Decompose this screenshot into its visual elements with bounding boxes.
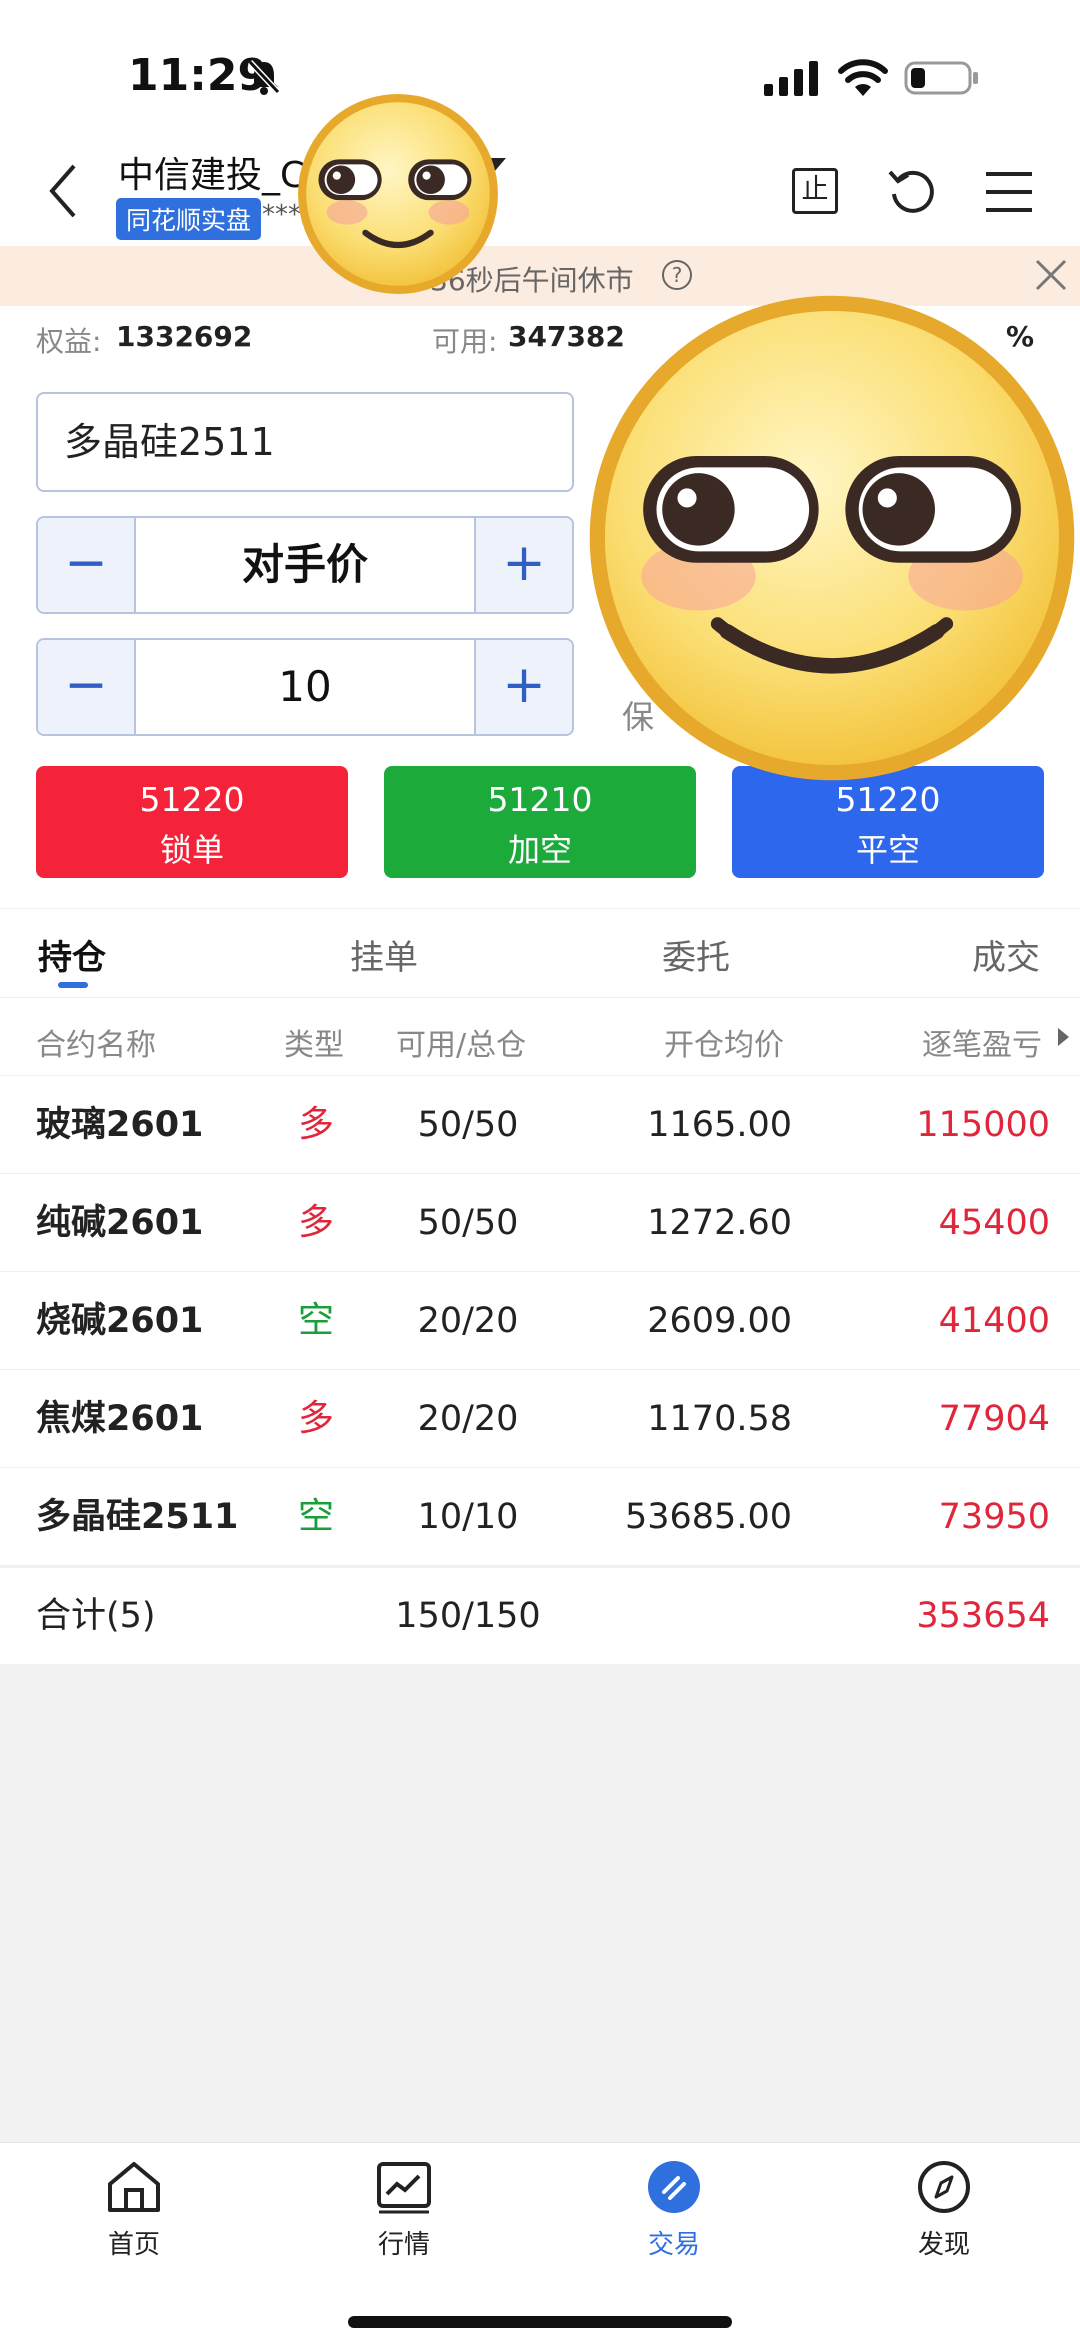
row-avg-price: 2609.00 [647,1301,792,1341]
row-contract-name: 烧碱2601 [36,1301,204,1341]
account-badge: 同花顺实盘 [116,198,262,240]
row-available: 10/10 [417,1497,519,1537]
row-available: 50/50 [417,1105,519,1145]
row-avg-price: 1165.00 [647,1105,792,1145]
table-row[interactable]: 玻璃2601 多 50/50 1165.00 115000 [0,1076,1080,1174]
price-stepper: − 对手价 + [36,516,574,614]
row-contract-name: 焦煤2601 [36,1399,204,1439]
column-scroll-arrow-icon[interactable] [1058,1028,1069,1046]
row-type: 多 [298,1202,335,1243]
lock-order-button[interactable]: 51220 锁单 [36,766,348,878]
total-available: 150/150 [395,1596,541,1636]
back-icon[interactable] [44,160,82,222]
row-available: 50/50 [417,1203,519,1243]
row-type: 空 [298,1300,335,1341]
home-icon [108,2162,160,2212]
nav-market-label: 行情 [377,2230,430,2260]
row-type: 多 [298,1104,335,1145]
row-available: 20/20 [417,1399,519,1439]
column-header-type: 类型 [284,1028,344,1063]
column-header-available: 可用/总仓 [396,1028,527,1063]
price-mode-value[interactable]: 对手价 [138,518,472,612]
compass-icon [918,2161,970,2213]
row-avg-price: 53685.00 [624,1497,792,1537]
row-type: 多 [298,1398,335,1439]
signal-icon [764,61,818,96]
column-header-avg-price: 开仓均价 [664,1028,784,1063]
nav-discover-label: 发现 [917,2230,970,2260]
price-plus-button[interactable]: + [474,518,572,612]
active-tab-indicator [58,982,88,988]
tab-trades[interactable]: 成交 [972,930,1040,979]
table-row[interactable]: 多晶硅2511 空 10/10 53685.00 73950 [0,1468,1080,1566]
row-contract-name: 纯碱2601 [36,1203,204,1243]
quantity-minus-button[interactable]: − [38,640,136,734]
row-avg-price: 1170.58 [647,1399,792,1439]
home-indicator [348,2316,732,2328]
nav-trade-label: 交易 [647,2230,700,2260]
stop-icon[interactable]: 止 [792,168,838,214]
nav-home-label: 首页 [107,2230,160,2260]
nav-trade[interactable]: 交易 [594,2160,754,2280]
nav-discover[interactable]: 发现 [864,2160,1024,2280]
wifi-icon [838,59,888,96]
nav-home[interactable]: 首页 [54,2160,214,2280]
row-pnl: 77904 [938,1399,1050,1439]
smirk-emoji-small [298,94,498,294]
lock-label: 锁单 [159,831,224,869]
nav-market[interactable]: 行情 [324,2160,484,2280]
row-pnl: 73950 [938,1497,1050,1537]
tab-positions[interactable]: 持仓 [38,930,106,979]
tab-pending[interactable]: 挂单 [350,930,418,979]
row-avg-price: 1272.60 [647,1203,792,1243]
menu-icon[interactable] [986,170,1032,214]
row-available: 20/20 [417,1301,519,1341]
tab-bar [0,908,1080,998]
lock-price: 51220 [139,780,245,819]
table-row[interactable]: 纯碱2601 多 50/50 1272.60 45400 [0,1174,1080,1272]
table-row[interactable]: 焦煤2601 多 20/20 1170.58 77904 [0,1370,1080,1468]
row-pnl: 41400 [938,1301,1050,1341]
row-contract-name: 玻璃2601 [36,1105,204,1145]
bell-muted-icon [247,59,281,95]
table-row[interactable]: 烧碱2601 空 20/20 2609.00 41400 [0,1272,1080,1370]
total-label: 合计(5) [36,1596,156,1636]
close-short-label: 平空 [855,831,920,869]
quantity-value[interactable]: 10 [138,640,472,734]
contract-input[interactable]: 多晶硅2511 [36,392,574,492]
quantity-plus-button[interactable]: + [474,640,572,734]
chart-icon [377,2162,431,2214]
row-pnl: 45400 [938,1203,1050,1243]
battery-icon [904,61,978,95]
account-title[interactable]: 中信建投_C [118,146,305,198]
equity-value: 1332692 [116,320,253,353]
price-minus-button[interactable]: − [38,518,136,612]
column-header-pnl[interactable]: 逐笔盈亏 [922,1020,1042,1064]
row-pnl: 115000 [916,1105,1050,1145]
row-contract-name: 多晶硅2511 [36,1497,239,1537]
smirk-emoji-large [589,295,1075,781]
trade-icon [648,2161,700,2213]
refresh-icon[interactable] [886,166,938,218]
open-short-label: 加空 [507,831,572,869]
available-label: 可用: [432,325,498,358]
equity-label: 权益: [36,325,102,358]
column-header-name: 合约名称 [36,1028,156,1063]
row-type: 空 [298,1496,335,1537]
tab-orders[interactable]: 委托 [662,930,730,979]
quantity-stepper: − 10 + [36,638,574,736]
total-pnl: 353654 [916,1596,1050,1636]
table-header [0,998,1080,1076]
